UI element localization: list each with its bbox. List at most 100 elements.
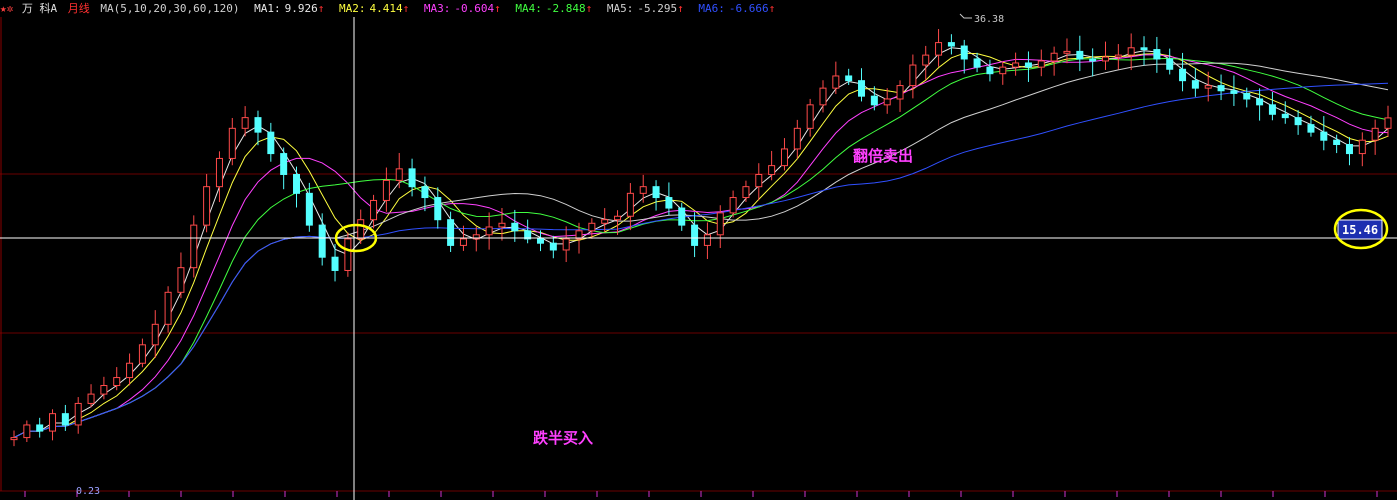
candle-body [126, 362, 134, 379]
candle-body [691, 224, 699, 246]
candle-body [536, 238, 544, 244]
kline-chart[interactable]: 36.38 0.23 翻倍卖出 跌半买入 15.46 [0, 0, 1397, 500]
candle-body [190, 224, 198, 269]
candle-body [254, 117, 262, 133]
candle-body [305, 192, 313, 226]
high-label: 36.38 [974, 14, 1004, 25]
ma3-line [13, 54, 1389, 439]
candle-body [177, 267, 185, 293]
candle-body [935, 42, 943, 56]
candle-body [1153, 49, 1161, 60]
candle-body [947, 42, 955, 47]
candle-body [357, 219, 365, 240]
candle-body [1384, 117, 1392, 129]
candle-body [819, 87, 827, 106]
price-tag: 15.46 [1342, 223, 1378, 237]
candle-body [395, 168, 403, 181]
candle-body [447, 219, 455, 246]
candle-body [370, 199, 378, 221]
candle-body [382, 179, 390, 201]
candle-body [1114, 54, 1122, 58]
candle-body [10, 437, 18, 441]
candle-body [1217, 85, 1225, 92]
candle-body [845, 75, 853, 82]
candle-body [883, 98, 891, 106]
candle-body [960, 45, 968, 60]
ma4-line [13, 57, 1389, 439]
annotation-buy: 跌半买入 [533, 429, 593, 447]
candle-body [742, 186, 750, 199]
candle-body [639, 186, 647, 194]
candle-body [23, 424, 31, 439]
candle-body [703, 234, 711, 246]
candle-body [138, 344, 146, 364]
candle-body [1371, 127, 1379, 141]
ma5-line [13, 62, 1389, 439]
candle-body [806, 104, 814, 129]
candle-body [74, 402, 82, 426]
candle-body [1268, 104, 1276, 115]
candle-body [215, 157, 223, 188]
candle-body [832, 75, 840, 89]
candle-body [896, 85, 904, 100]
candle-body [870, 95, 878, 106]
candle-body [151, 323, 159, 346]
candle-body [858, 80, 866, 97]
ma6-line [13, 82, 1389, 439]
candle-body [665, 197, 673, 209]
x-axis-ticks [24, 491, 1378, 497]
candle-body [755, 173, 763, 188]
candle-body [999, 66, 1007, 75]
candle-body [344, 238, 352, 271]
candle-body [780, 148, 788, 167]
candle-body [1320, 131, 1328, 141]
candle-body [678, 207, 686, 226]
candle-body [485, 226, 493, 236]
candle-body [716, 212, 724, 236]
candle-body [1166, 58, 1174, 70]
candle-body [293, 173, 301, 194]
candle-body [973, 58, 981, 68]
candle-body [87, 393, 95, 404]
candle-body [1127, 47, 1135, 56]
candle-body [61, 413, 69, 426]
candle-body [164, 291, 172, 325]
candle-body [1204, 85, 1212, 89]
candle-body [1012, 62, 1020, 68]
candle-body [1037, 60, 1045, 68]
candle-body [793, 127, 801, 150]
candle-body [280, 153, 288, 175]
candle-body [113, 377, 121, 387]
candle-body [434, 197, 442, 221]
candle-body [49, 413, 57, 432]
candle-body [614, 215, 622, 221]
candle-body [922, 54, 930, 66]
candle-body [1294, 117, 1302, 126]
candle-body [1256, 98, 1264, 106]
candle-body [549, 242, 557, 251]
candle-body [1050, 52, 1058, 62]
candle-body [100, 385, 108, 395]
candle-body [1101, 56, 1109, 62]
candle-body [1063, 50, 1071, 54]
candle-body [203, 186, 211, 226]
candle-body [421, 186, 429, 199]
candle-body [1191, 80, 1199, 89]
candle-body [36, 424, 44, 432]
low-label: 0.23 [76, 486, 100, 497]
candle-body [408, 168, 416, 188]
annotation-sell: 翻倍卖出 [853, 147, 913, 165]
ma2-line [13, 52, 1389, 439]
candle-body [1140, 47, 1148, 51]
ma-lines [13, 47, 1389, 439]
candle-body [1230, 90, 1238, 94]
candle-body [768, 165, 776, 175]
candle-body [626, 192, 634, 217]
candle-body [986, 66, 994, 75]
candle-body [1358, 139, 1366, 155]
candle-body [562, 238, 570, 251]
candle-body [228, 127, 236, 159]
candle-body [318, 224, 326, 258]
candle-body [729, 197, 737, 214]
candle-body [652, 186, 660, 199]
